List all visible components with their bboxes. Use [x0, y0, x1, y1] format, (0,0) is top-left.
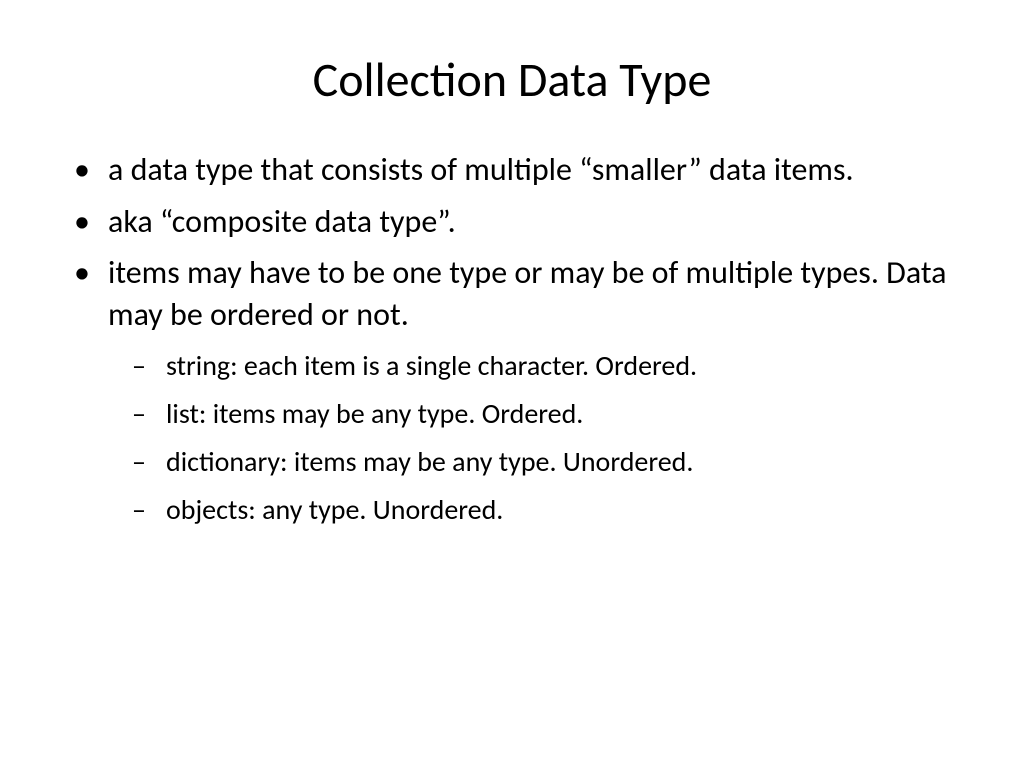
list-item: aka “composite data type”.: [60, 201, 964, 243]
slide-title: Collection Data Type: [60, 50, 964, 109]
list-item: objects: any type. Unordered.: [118, 491, 964, 529]
list-item: items may have to be one type or may be …: [60, 252, 964, 528]
bullet-text: objects: any type. Unordered.: [166, 492, 503, 527]
list-item: list: items may be any type. Ordered.: [118, 395, 964, 433]
bullet-text: dictionary: items may be any type. Unord…: [166, 444, 693, 479]
list-item: string: each item is a single character.…: [118, 347, 964, 385]
list-item: dictionary: items may be any type. Unord…: [118, 443, 964, 481]
sub-bullet-list: string: each item is a single character.…: [108, 347, 964, 528]
list-item: a data type that consists of multiple “s…: [60, 149, 964, 191]
bullet-text: aka “composite data type”.: [108, 202, 456, 241]
bullet-text: list: items may be any type. Ordered.: [166, 396, 583, 431]
bullet-text: string: each item is a single character.…: [166, 348, 697, 383]
bullet-text: items may have to be one type or may be …: [108, 253, 947, 334]
bullet-text: a data type that consists of multiple “s…: [108, 150, 854, 189]
bullet-list: a data type that consists of multiple “s…: [60, 149, 964, 529]
